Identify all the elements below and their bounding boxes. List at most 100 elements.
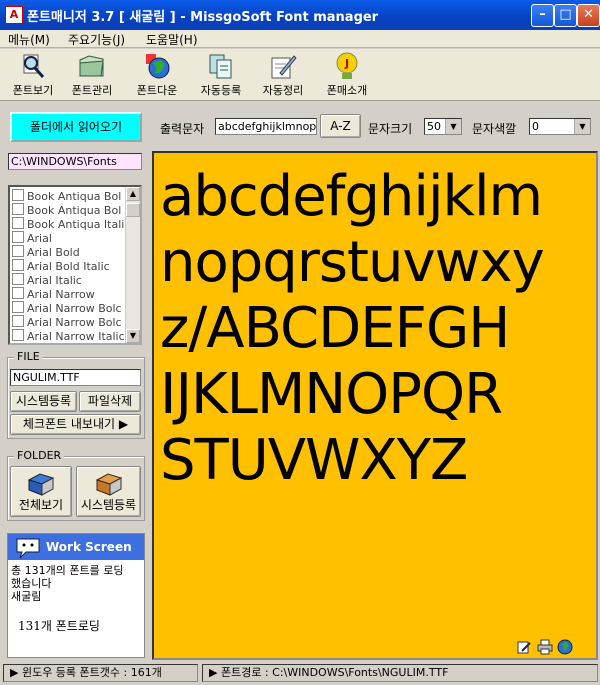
preview-line: abcdefghijklm [160,164,543,229]
preview-line: STUVWXYZ [160,428,468,493]
output-label: 출력문자 [160,122,205,136]
list-item[interactable]: Arial Italic [12,273,82,287]
scroll-down-icon[interactable]: ▼ [126,329,140,343]
work-screen-panel: Work Screen 총 131개의 폰트를 로딩 했습니다 새굴림 131개… [7,533,145,658]
list-item[interactable]: Arial Narrow Italic [12,329,125,343]
system-register-button[interactable]: 시스템등록 [10,391,77,412]
list-item[interactable]: Arial Narrow Bolc [12,315,122,329]
toolbar: 폰트보기 폰트관리 폰트다운 자동등록 자동정리 J 폰매소개 [0,49,600,101]
tool-auto-organize-button[interactable]: 자동정리 [254,51,312,99]
close-button[interactable]: ✕ [577,4,600,27]
checkbox[interactable] [12,273,24,285]
tool-label: 자동정리 [262,84,304,97]
preview-line: nopqrstuvwxy [160,230,545,295]
checkbox[interactable] [12,287,24,299]
scroll-thumb[interactable] [126,203,140,217]
tool-font-view-button[interactable]: 폰트보기 [4,51,62,99]
title-bar[interactable]: A 폰트매니저 3.7 [ 새굴림 ] - MissgoSoft Font ma… [0,0,600,30]
export-checked-button[interactable]: 체크폰트 내보내기 ▶ [10,414,141,435]
file-group-label: FILE [14,350,43,363]
list-item[interactable]: Arial Narrow [12,287,95,301]
folder-system-register-button[interactable]: 시스템등록 [76,466,141,517]
checkbox[interactable] [12,245,24,257]
copy-icon [209,54,232,79]
tool-label: 폰매소개 [326,84,368,97]
font-list-scrollbar[interactable]: ▲ ▼ [125,187,140,343]
preview-line: z/ABCDEFGH [160,296,510,361]
minimize-button[interactable]: – [531,4,554,27]
checkbox[interactable] [12,315,24,327]
maximize-button[interactable]: □ [554,4,577,27]
tool-label: 폰트보기 [12,84,54,97]
magnifier-icon [23,54,45,78]
list-item[interactable]: Arial Bold [12,245,80,259]
tool-about-button[interactable]: J 폰매소개 [318,51,376,99]
tool-label: 자동등록 [200,84,242,97]
chevron-down-icon[interactable]: ▼ [574,119,590,134]
load-from-folder-button[interactable]: 폴더에서 읽어오기 [10,112,142,142]
work-screen-title: Work Screen [46,540,132,554]
menu-item-help[interactable]: 도움말(H) [146,31,198,48]
az-button[interactable]: A-Z [320,114,361,138]
preview-line: IJKLMNOPQR [160,362,503,427]
menu-item-menu[interactable]: 메뉴(M) [8,31,50,48]
list-item[interactable]: Arial Bold Italic [12,259,110,273]
view-all-label: 전체보기 [18,498,64,512]
size-label: 문자크기 [368,122,413,136]
checkbox[interactable] [12,189,24,201]
list-item[interactable]: Arial Narrow Bolc [12,301,122,315]
size-select[interactable]: 50 ▼ [424,118,462,135]
status-font-count: ▶ 윈도우 등록 폰트갯수 : 161개 [3,664,198,682]
output-text-input[interactable]: abcdefghijklmnop [215,118,317,135]
color-select[interactable]: 0 ▼ [529,118,591,135]
status-font-path: ▶ 폰트경로 : C:\WINDOWS\Fonts\NGULIM.TTF [202,664,598,682]
list-item[interactable]: Book Antiqua Bol [12,189,121,203]
checkbox[interactable] [12,203,24,215]
color-value: 0 [532,120,539,133]
checkbox[interactable] [12,329,24,341]
menu-bar: 메뉴(M) 주요기능(J) 도움말(H) [0,30,600,48]
tool-label: 폰트관리 [71,84,113,97]
work-screen-line: 했습니다 [11,577,52,590]
checkbox[interactable] [12,301,24,313]
checkbox[interactable] [12,231,24,243]
window-title: 폰트매니저 3.7 [ 새굴림 ] - MissgoSoft Font mana… [27,10,379,25]
tool-label: 폰트다운 [136,84,178,97]
globe-icon[interactable] [557,639,573,655]
list-item[interactable]: Arial [12,231,52,245]
speech-bubble-icon [16,538,40,559]
checkbox[interactable] [12,259,24,271]
scroll-up-icon[interactable]: ▲ [126,187,140,201]
status-bar: ▶ 윈도우 등록 폰트갯수 : 161개 ▶ 폰트경로 : C:\WINDOWS… [0,661,600,685]
chevron-down-icon[interactable]: ▼ [445,119,461,134]
folder-register-label: 시스템등록 [80,498,137,512]
edit-icon[interactable] [516,639,532,655]
folder-path-field[interactable]: C:\WINDOWS\Fonts [8,153,142,170]
svg-text:J: J [344,57,349,70]
printer-icon[interactable] [536,639,554,655]
folder-icon [79,55,104,77]
pen-icon [271,55,297,79]
file-name-field[interactable]: NGULIM.TTF [10,369,141,386]
work-screen-line: 새굴림 [11,590,42,603]
tool-font-download-button[interactable]: 폰트다운 [128,51,186,99]
tool-font-manage-button[interactable]: 폰트관리 [63,51,121,99]
list-item[interactable]: Book Antiqua Itali [12,217,124,231]
mascot-icon: J [336,52,358,79]
app-icon: A [5,6,23,24]
font-list[interactable]: Book Antiqua Bol Book Antiqua Bol Book A… [8,185,142,345]
file-delete-button[interactable]: 파일삭제 [79,391,141,412]
folder-open-icon [27,473,55,496]
work-screen-loading: 131개 폰트로딩 [18,619,100,633]
size-value: 50 [427,120,441,133]
view-all-button[interactable]: 전체보기 [10,466,72,517]
menu-item-functions[interactable]: 주요기능(J) [68,31,125,48]
folder-register-icon [95,473,122,496]
work-screen-header: Work Screen [8,534,144,560]
folder-group-label: FOLDER [14,449,65,462]
checkbox[interactable] [12,217,24,229]
work-screen-line: 총 131개의 폰트를 로딩 [11,564,124,577]
tool-auto-register-button[interactable]: 자동등록 [192,51,250,99]
list-item[interactable]: Book Antiqua Bol [12,203,121,217]
font-preview-area: abcdefghijklm nopqrstuvwxy z/ABCDEFGH IJ… [152,151,598,660]
